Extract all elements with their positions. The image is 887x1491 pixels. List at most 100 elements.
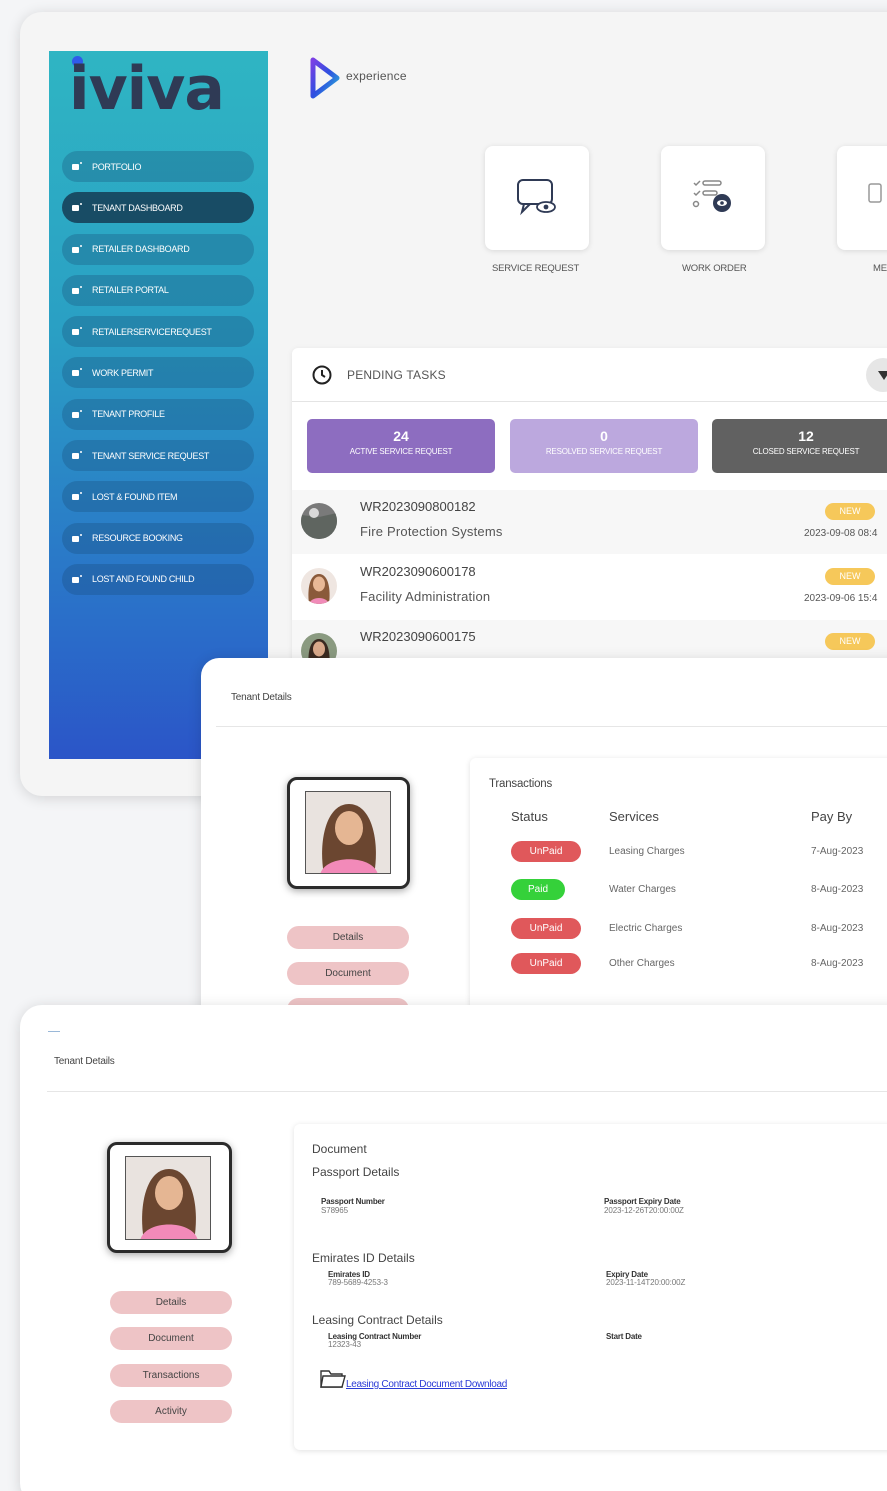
status-badge: NEW [825,568,875,585]
service-name: Leasing Charges [609,846,685,857]
pending-tasks-title: PENDING TASKS [347,367,446,382]
menu-item-icon [72,368,84,377]
sidebar-item-work-permit[interactable]: WORK PERMIT [62,357,254,389]
transactions-title: Transactions [489,778,553,790]
avatar [301,503,337,539]
task-id: WR2023090600175 [360,629,476,644]
clock-icon [312,365,332,384]
menu-item-icon [72,203,84,212]
service-request-tile[interactable] [485,146,589,250]
leasing-number-value: 12323-43 [328,1340,362,1349]
experience-brand-text: experience [346,69,407,83]
sidebar-item-portfolio[interactable]: PORTFOLIO [62,151,254,182]
work-order-label: WORK ORDER [682,263,747,274]
menu-item-icon [72,244,84,254]
tenant-details-title: Tenant Details [54,1056,115,1067]
sidebar-item-lost-found-item[interactable]: LOST & FOUND ITEM [62,481,254,513]
status-badge: UnPaid [511,953,581,974]
status-badge: NEW [825,633,875,650]
tenant-details-title: Tenant Details [231,692,292,703]
pending-tasks-header: PENDING TASKS [292,348,887,402]
active-service-request-stat[interactable]: 24 ACTIVE SERVICE REQUEST [307,419,495,473]
sidebar-nav: PORTFOLIO TENANT DASHBOARD RETAILER DASH… [62,151,254,605]
sidebar-item-tenant-profile[interactable]: TENANT PROFILE [62,398,254,430]
work-order-tile[interactable] [661,146,765,250]
sidebar-item-retailer-portal[interactable]: RETAILER PORTAL [62,274,254,306]
document-tab-button[interactable]: Document [287,962,409,985]
leasing-heading: Leasing Contract Details [312,1313,443,1327]
more-tile[interactable] [837,146,887,250]
resolved-service-request-stat[interactable]: 0 RESOLVED SERVICE REQUEST [510,419,698,473]
service-request-label: SERVICE REQUEST [492,263,580,274]
folder-icon[interactable] [320,1367,346,1389]
menu-item-icon [72,574,84,584]
task-id: WR2023090600178 [360,564,476,579]
task-name: Facility Administration [360,589,491,604]
menu-item-icon [72,451,84,460]
passport-number-value: S78965 [321,1206,348,1215]
pay-by-date: 8-Aug-2023 [811,923,864,934]
menu-item-icon [72,162,84,171]
pay-by-date: 8-Aug-2023 [811,884,864,895]
work-order-icon [692,180,731,212]
accent-line [48,1031,60,1032]
activity-tab-button[interactable]: Activity [110,1400,232,1423]
services-column-header: Services [609,809,659,824]
sidebar: iviva PORTFOLIO TENANT DASHBOARD RETAILE… [49,51,268,759]
emirates-heading: Emirates ID Details [312,1251,415,1265]
status-badge: Paid [511,879,565,900]
task-row[interactable]: WR2023090600178 Facility Administration … [292,555,887,620]
task-id: WR2023090800182 [360,499,476,514]
pay-by-date: 8-Aug-2023 [811,958,864,969]
emirates-id-value: 789-5689-4253-3 [328,1278,388,1287]
tenant-avatar [126,1157,210,1239]
document-icon [868,183,882,203]
tenant-photo [287,777,410,889]
divider [216,726,887,727]
passport-expiry-value: 2023-12-26T20:00:00Z [604,1206,684,1215]
menu-item-icon [72,492,84,501]
more-tile-label: ME [873,263,887,274]
transactions-tab-button[interactable]: Transactions [110,1364,232,1387]
leasing-contract-download-link[interactable]: Leasing Contract Document Download [346,1379,507,1390]
pending-tasks-panel: PENDING TASKS 24 ACTIVE SERVICE REQUEST … [292,348,887,678]
task-name: Fire Protection Systems [360,524,503,539]
passport-heading: Passport Details [312,1165,400,1179]
menu-item-icon [72,285,84,295]
document-title: Document [312,1142,367,1156]
service-name: Other Charges [609,958,675,969]
sidebar-item-resource-booking[interactable]: RESOURCE BOOKING [62,522,254,554]
task-date: 2023-09-06 15:4 [804,593,878,604]
avatar [301,568,337,604]
tenant-photo [107,1142,232,1253]
details-tab-button[interactable]: Details [110,1291,232,1314]
status-badge: NEW [825,503,875,520]
experience-logo-icon [310,57,340,99]
sidebar-item-tenant-dashboard[interactable]: TENANT DASHBOARD [62,192,254,224]
tenant-avatar [306,792,390,873]
document-panel: Document Passport Details Passport Numbe… [294,1124,887,1450]
details-tab-button[interactable]: Details [287,926,409,949]
menu-item-icon [72,327,84,336]
task-list: WR2023090800182 Fire Protection Systems … [292,490,887,678]
passport-expiry-label: Passport Expiry Date [604,1197,681,1206]
menu-item-icon [72,409,84,419]
emirates-expiry-value: 2023-11-14T20:00:00Z [606,1278,686,1287]
sidebar-item-tenant-service-request[interactable]: TENANT SERVICE REQUEST [62,440,254,472]
sidebar-item-lost-and-found-child[interactable]: LOST AND FOUND CHILD [62,563,254,595]
service-name: Water Charges [609,884,676,895]
service-request-icon [517,179,556,216]
sidebar-item-retailer-service-request[interactable]: RETAILERSERVICEREQUEST [62,316,254,348]
pay-by-column-header: Pay By [811,809,853,824]
document-tab-button[interactable]: Document [110,1327,232,1350]
start-date-label: Start Date [606,1332,642,1341]
task-row[interactable]: WR2023090800182 Fire Protection Systems … [292,490,887,555]
sidebar-item-retailer-dashboard[interactable]: RETAILER DASHBOARD [62,233,254,265]
closed-service-request-stat[interactable]: 12 CLOSED SERVICE REQUEST [712,419,887,473]
menu-item-icon [72,533,84,543]
service-name: Electric Charges [609,923,683,934]
status-badge: UnPaid [511,918,581,939]
divider [47,1091,887,1092]
status-column-header: Status [511,809,548,824]
task-date: 2023-09-08 08:4 [804,528,878,539]
